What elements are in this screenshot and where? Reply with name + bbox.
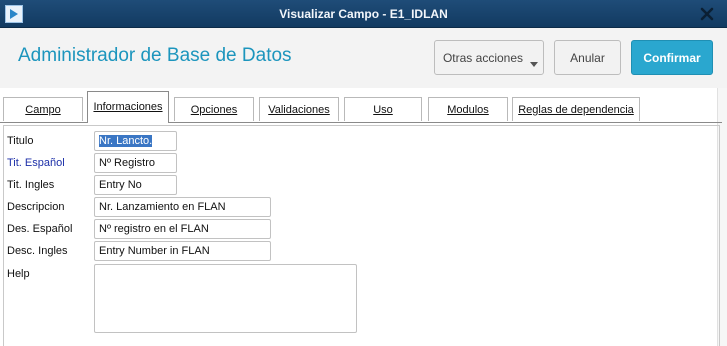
page-title: Administrador de Base de Datos <box>18 45 292 66</box>
des-espanol-field[interactable]: Nº registro en el FLAN <box>94 219 271 239</box>
tab-modulos[interactable]: Modulos <box>428 97 508 121</box>
descripcion-field[interactable]: Nr. Lanzamiento en FLAN <box>94 197 271 217</box>
help-label: Help <box>7 268 30 280</box>
tit-ingles-label: Tit. Ingles <box>7 179 55 191</box>
tab-label: Reglas de dependencia <box>518 104 634 116</box>
confirm-label: Confirmar <box>643 51 701 65</box>
desc-ingles-field[interactable]: Entry Number in FLAN <box>94 241 271 261</box>
confirm-button[interactable]: Confirmar <box>631 40 713 75</box>
tab-validaciones[interactable]: Validaciones <box>259 97 339 121</box>
desc-ingles-value: Entry Number in FLAN <box>99 245 210 257</box>
tit-espanol-label: Tit. Español <box>7 157 65 169</box>
titulo-value: Nr. Lancto. <box>99 135 153 147</box>
des-espanol-value: Nº registro en el FLAN <box>99 223 209 235</box>
chevron-down-icon <box>530 62 538 67</box>
tit-espanol-field[interactable]: Nº Registro <box>94 153 177 173</box>
titulo-label: Titulo <box>7 135 34 147</box>
tit-espanol-value: Nº Registro <box>99 157 155 169</box>
tab-reglas-dependencia[interactable]: Reglas de dependencia <box>512 97 640 121</box>
tab-label: Opciones <box>190 104 238 116</box>
tab-label: Modulos <box>447 104 489 116</box>
tab-label: Campo <box>25 104 61 116</box>
titulo-field[interactable]: Nr. Lancto. <box>94 131 177 151</box>
tab-uso[interactable]: Uso <box>344 97 422 121</box>
tab-opciones[interactable]: Opciones <box>174 97 254 121</box>
more-actions-label: Otras acciones <box>442 51 524 65</box>
cancel-label: Anular <box>570 51 605 65</box>
help-textarea[interactable] <box>94 264 357 333</box>
tab-label: Uso <box>373 104 393 116</box>
cancel-button[interactable]: Anular <box>554 40 621 75</box>
page-header: Administrador de Base de Datos Otras acc… <box>0 28 727 88</box>
tit-ingles-value: Entry No <box>99 179 142 191</box>
desc-ingles-label: Desc. Ingles <box>7 245 68 257</box>
tab-label: Informaciones <box>93 101 163 113</box>
tab-campo[interactable]: Campo <box>3 97 83 121</box>
des-espanol-label: Des. Español <box>7 223 73 235</box>
descripcion-label: Descripcion <box>7 201 65 213</box>
descripcion-value: Nr. Lanzamiento en FLAN <box>99 201 226 213</box>
close-icon[interactable] <box>699 6 715 22</box>
tab-label: Validaciones <box>268 104 330 116</box>
tit-ingles-field[interactable]: Entry No <box>94 175 177 195</box>
window-titlebar: Visualizar Campo - E1_IDLAN <box>0 0 727 28</box>
more-actions-button[interactable]: Otras acciones <box>434 40 544 75</box>
window-title: Visualizar Campo - E1_IDLAN <box>279 7 448 21</box>
tab-informaciones[interactable]: Informaciones <box>87 91 169 123</box>
